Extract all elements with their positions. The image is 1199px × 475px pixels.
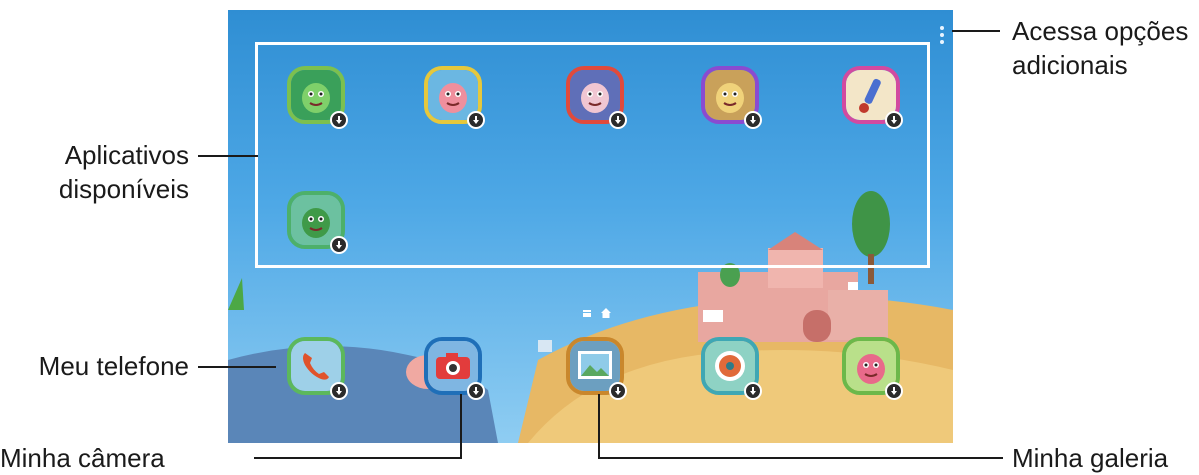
download-icon[interactable] <box>744 382 762 400</box>
gallery-app[interactable] <box>566 337 630 401</box>
download-icon[interactable] <box>885 382 903 400</box>
download-icon[interactable] <box>330 111 348 129</box>
download-arrow-icon <box>750 116 756 124</box>
download-arrow-icon <box>473 387 479 395</box>
dinosaur-character-app[interactable] <box>287 66 351 130</box>
callout-line-available-apps <box>198 155 258 157</box>
callout-available-apps-line1: Aplicativos <box>64 140 189 170</box>
download-icon[interactable] <box>467 382 485 400</box>
download-arrow-icon <box>891 387 897 395</box>
callout-my-gallery: Minha galeria <box>1012 441 1168 475</box>
more-options-dot <box>940 40 944 44</box>
callout-my-phone: Meu telefone <box>0 349 189 383</box>
download-arrow-icon <box>473 116 479 124</box>
apps-list-icon[interactable] <box>583 309 591 317</box>
yellow-character-app[interactable] <box>701 66 765 130</box>
callout-line-my-camera-h <box>254 457 462 459</box>
download-arrow-icon <box>615 387 621 395</box>
callout-my-gallery-text: Minha galeria <box>1012 443 1169 473</box>
download-icon[interactable] <box>330 382 348 400</box>
callout-line-my-phone <box>198 366 276 368</box>
download-icon[interactable] <box>330 236 348 254</box>
download-arrow-icon <box>336 116 342 124</box>
camera-app[interactable] <box>424 337 488 401</box>
callout-line-more-options <box>952 30 1000 32</box>
home-icon[interactable] <box>601 308 611 318</box>
page-indicator[interactable] <box>583 307 613 319</box>
download-icon[interactable] <box>885 111 903 129</box>
dinosaur-drawing-app[interactable] <box>287 191 351 255</box>
tablet-screen <box>228 10 953 443</box>
download-arrow-icon <box>336 387 342 395</box>
download-arrow-icon <box>615 116 621 124</box>
more-options-dot <box>940 33 944 37</box>
brush-tool-app[interactable] <box>842 66 906 130</box>
callout-line-my-gallery-v <box>598 394 600 459</box>
callout-my-camera: Minha câmera <box>0 441 165 475</box>
download-arrow-icon <box>750 387 756 395</box>
more-options-button[interactable] <box>935 24 949 46</box>
download-arrow-icon <box>891 116 897 124</box>
download-icon[interactable] <box>609 382 627 400</box>
more-options-dot <box>940 26 944 30</box>
download-icon[interactable] <box>467 111 485 129</box>
compass-game-app[interactable] <box>701 337 765 401</box>
callout-line-my-gallery-h <box>598 457 1003 459</box>
callout-my-phone-text: Meu telefone <box>38 351 189 381</box>
phone-app[interactable] <box>287 337 351 401</box>
download-icon[interactable] <box>609 111 627 129</box>
callout-line-my-camera-v <box>460 394 462 459</box>
callout-my-camera-text: Minha câmera <box>0 443 165 473</box>
pink-character-app[interactable] <box>424 66 488 130</box>
callout-available-apps: Aplicativos disponíveis <box>0 138 189 206</box>
download-arrow-icon <box>336 241 342 249</box>
callout-more-options-line1: Acessa opções <box>1012 16 1189 46</box>
callout-more-options: Acessa opções adicionais <box>1012 14 1188 82</box>
callout-available-apps-line2: disponíveis <box>58 174 189 204</box>
callout-more-options-line2: adicionais <box>1012 50 1128 80</box>
cartoon-character-app[interactable] <box>842 337 906 401</box>
bird-character-app[interactable] <box>566 66 630 130</box>
download-icon[interactable] <box>744 111 762 129</box>
